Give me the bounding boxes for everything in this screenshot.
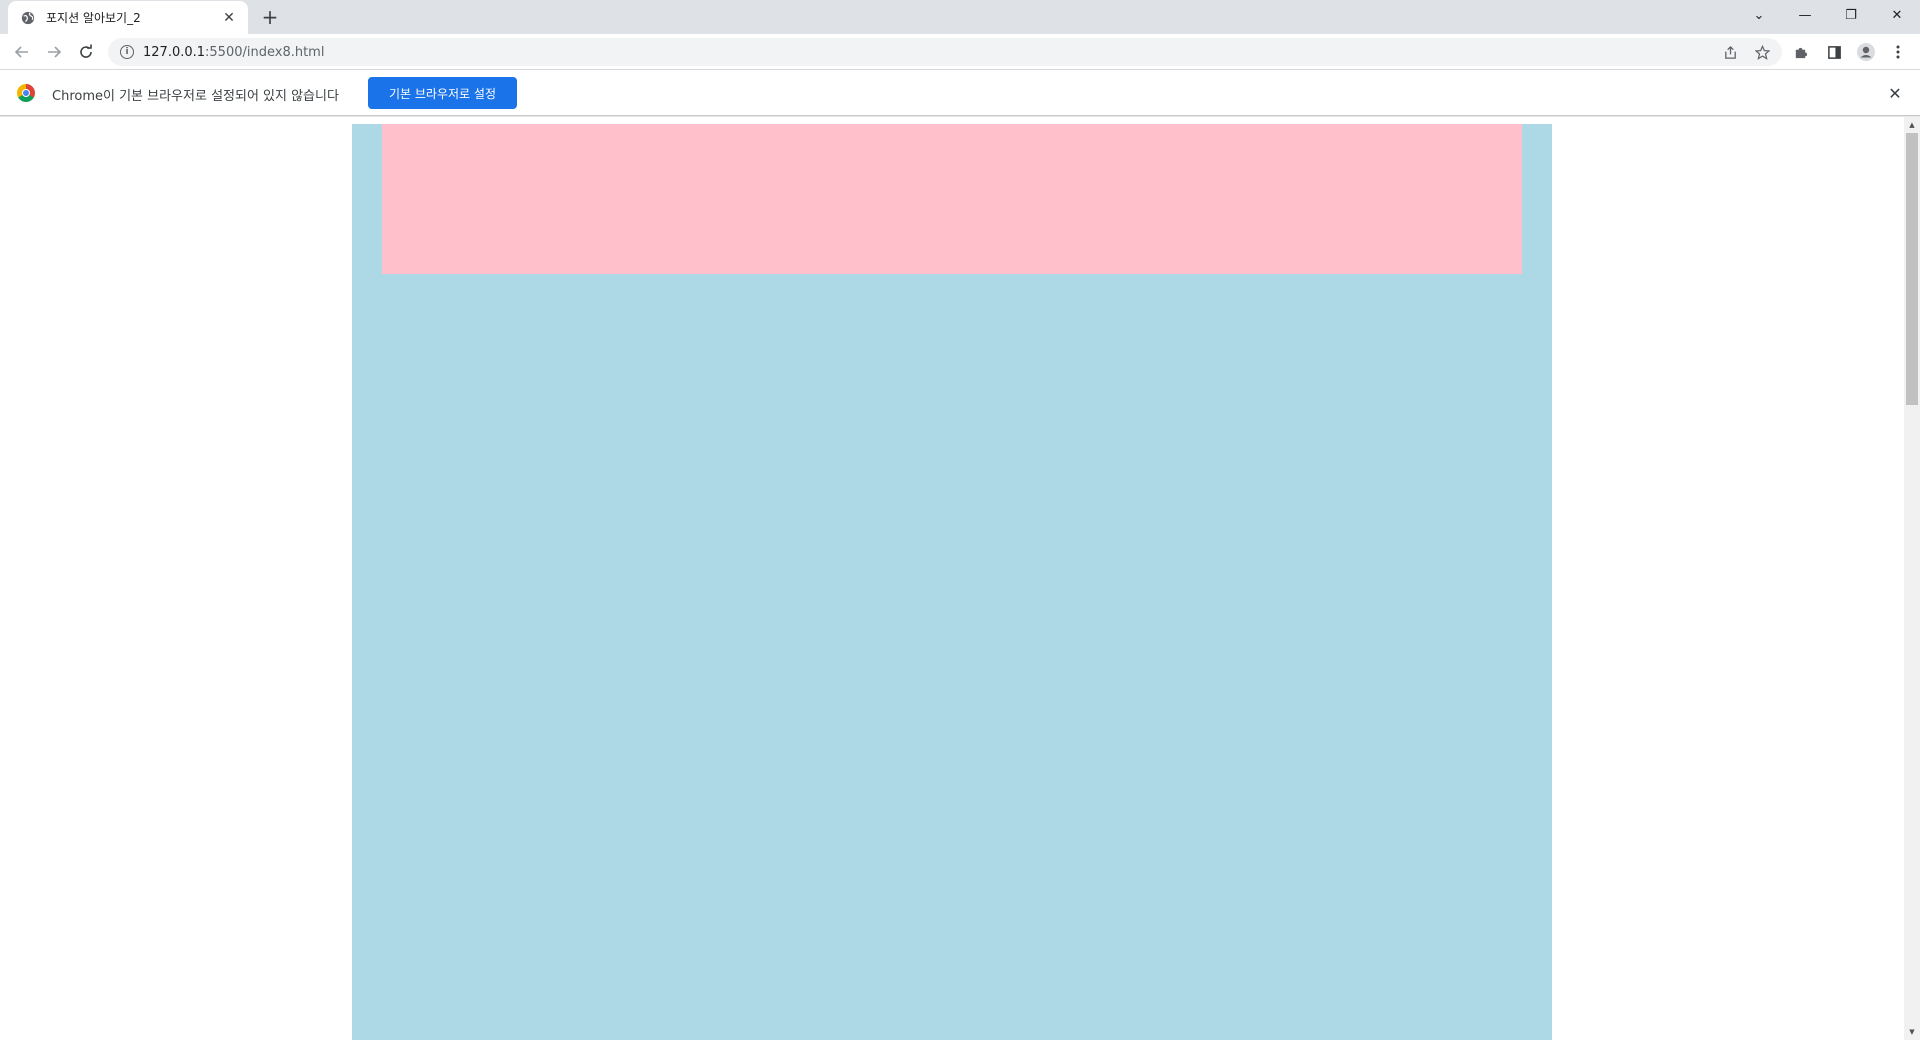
address-bar[interactable]: i 127.0.0.1:5500/index8.html (108, 38, 1782, 66)
url-path: :5500/index8.html (205, 44, 325, 60)
scroll-up-arrow-icon[interactable]: ▲ (1904, 117, 1920, 133)
more-menu-icon[interactable] (1886, 40, 1910, 64)
forward-arrow-icon (48, 46, 62, 58)
reload-button[interactable] (72, 38, 100, 66)
side-panel-icon[interactable] (1822, 40, 1846, 64)
site-info-icon[interactable]: i (120, 45, 134, 59)
share-icon[interactable] (1718, 40, 1742, 64)
chrome-logo-icon (17, 84, 35, 102)
page-viewport (0, 117, 1904, 1040)
infobar-message: Chrome이 기본 브라우저로 설정되어 있지 않습니다 (52, 89, 339, 104)
infobar-close-icon[interactable]: ✕ (1884, 82, 1906, 104)
profile-avatar-icon[interactable] (1854, 40, 1878, 64)
vertical-scrollbar[interactable]: ▲ ▼ (1904, 117, 1920, 1040)
url-text: 127.0.0.1:5500/index8.html (143, 45, 324, 60)
back-arrow-icon (14, 46, 28, 58)
scroll-down-arrow-icon[interactable]: ▼ (1904, 1024, 1920, 1040)
tab-strip: 포지션 알아보기_2 ✕ + ⌄ — ❐ ✕ (0, 0, 1920, 34)
tab-close-icon[interactable]: ✕ (220, 9, 238, 27)
url-host: 127.0.0.1 (143, 44, 206, 60)
tab-active[interactable]: 포지션 알아보기_2 ✕ (8, 1, 248, 34)
tab-search-icon[interactable]: ⌄ (1736, 0, 1782, 30)
browser-toolbar: i 127.0.0.1:5500/index8.html (0, 34, 1920, 70)
scrollbar-thumb[interactable] (1906, 133, 1918, 405)
set-default-browser-button[interactable]: 기본 브라우저로 설정 (368, 77, 517, 109)
inner-positioned-box (382, 124, 1522, 274)
new-tab-button[interactable]: + (258, 5, 282, 29)
bookmark-star-icon[interactable] (1750, 40, 1774, 64)
restore-icon[interactable]: ❐ (1828, 0, 1874, 30)
reload-icon (80, 44, 92, 58)
outer-container-box (352, 124, 1552, 1040)
extensions-puzzle-icon[interactable] (1788, 40, 1812, 64)
tab-title: 포지션 알아보기_2 (46, 11, 141, 25)
globe-icon (20, 10, 36, 26)
back-button[interactable] (8, 38, 36, 66)
forward-button[interactable] (40, 38, 68, 66)
minimize-icon[interactable]: — (1782, 0, 1828, 30)
window-close-icon[interactable]: ✕ (1874, 0, 1920, 30)
default-browser-infobar: Chrome이 기본 브라우저로 설정되어 있지 않습니다 기본 브라우저로 설… (0, 70, 1920, 116)
